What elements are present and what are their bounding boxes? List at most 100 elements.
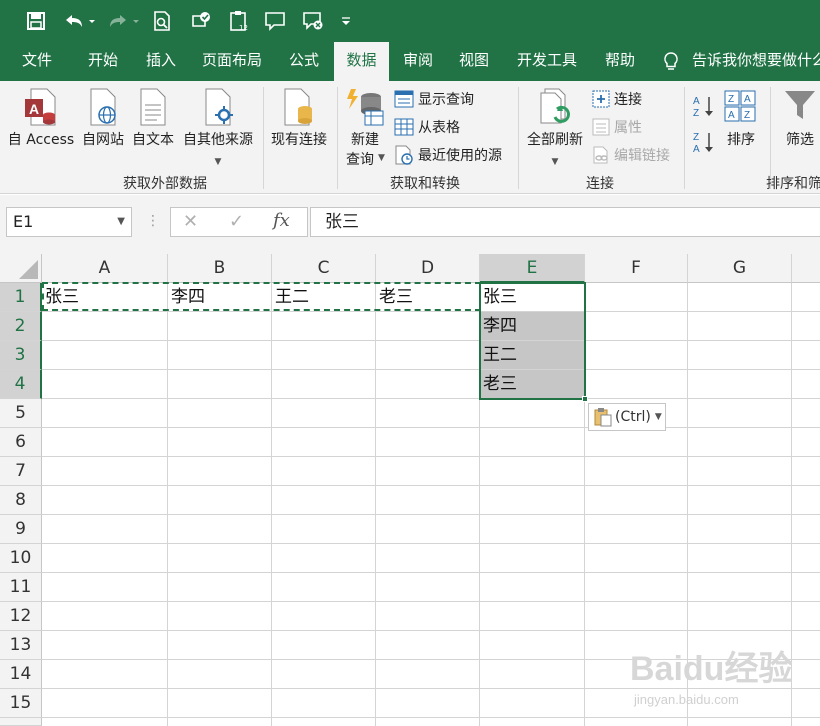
sort-icon: Z AA Z — [724, 90, 756, 122]
row-header-1[interactable]: 1 — [0, 283, 42, 312]
comment-icon[interactable] — [262, 8, 288, 34]
row-header-5[interactable]: 5 — [0, 399, 42, 428]
column-header-b[interactable]: B — [168, 254, 272, 283]
formula-input[interactable]: 张三 — [310, 207, 820, 237]
save-icon[interactable] — [24, 8, 48, 34]
share-icon[interactable] — [188, 8, 214, 34]
tab-insert[interactable]: 插入 — [132, 42, 190, 81]
select-all-button[interactable] — [0, 254, 42, 283]
column-header-g[interactable]: G — [688, 254, 792, 283]
baidu-logo-icon: Baidu经验 jingyan.baidu.com — [630, 649, 792, 707]
gridline — [271, 283, 272, 726]
gridline — [42, 456, 820, 457]
cancel-icon[interactable]: ✕ — [183, 211, 198, 232]
recent-sources-button[interactable]: 最近使用的源 — [394, 144, 502, 166]
column-header-h[interactable] — [792, 254, 820, 283]
filter-button[interactable]: 筛选 — [778, 87, 820, 148]
row-header-14[interactable]: 14 — [0, 660, 42, 689]
svg-text:A: A — [29, 101, 39, 117]
worksheet-grid[interactable]: A B C D E F G 1 2 3 4 5 6 7 8 9 10 11 12… — [0, 254, 820, 726]
from-text-button[interactable]: 自文本 — [130, 87, 176, 148]
tell-me-box[interactable]: 告诉我你想要做什么 — [692, 42, 820, 81]
row-header-13[interactable]: 13 — [0, 631, 42, 660]
gridline — [42, 311, 820, 312]
access-icon: A — [25, 88, 56, 126]
tab-review[interactable]: 审阅 — [390, 42, 446, 81]
column-header-c[interactable]: C — [272, 254, 376, 283]
new-query-button[interactable]: 新建 查询 ▼ — [342, 87, 388, 168]
svg-text:Z: Z — [693, 108, 699, 119]
fill-handle[interactable] — [582, 396, 588, 402]
row-header-7[interactable]: 7 — [0, 457, 42, 486]
column-header-e[interactable]: E — [480, 254, 585, 283]
column-header-f[interactable]: F — [585, 254, 688, 283]
chevron-down-icon[interactable]: ▼ — [117, 208, 125, 236]
from-web-button[interactable]: 自网站 — [80, 87, 126, 148]
tab-page-layout[interactable]: 页面布局 — [192, 42, 272, 81]
row-header-15[interactable]: 15 — [0, 689, 42, 718]
row-header-12[interactable]: 12 — [0, 602, 42, 631]
edit-links-icon — [593, 146, 608, 164]
sort-ascending-icon[interactable]: AZ — [692, 93, 716, 123]
tab-data[interactable]: 数据 — [334, 42, 389, 81]
enter-icon[interactable]: ✓ — [229, 211, 244, 232]
properties-icon — [592, 118, 610, 136]
ribbon-data: A 自 Access 自网站 自文本 自其他来源 ▼ 现有连接 获取外部数据 新… — [0, 81, 820, 194]
clipboard-12-icon[interactable]: 12 — [226, 8, 252, 34]
tab-file[interactable]: 文件 — [8, 42, 66, 81]
connections-button[interactable]: 连接 — [592, 88, 642, 110]
gridline — [42, 514, 820, 515]
more-options-icon[interactable]: ⋮ — [146, 213, 160, 229]
existing-connections-button[interactable]: 现有连接 — [268, 87, 330, 148]
name-box[interactable]: E1 ▼ — [6, 207, 132, 237]
comment-delete-icon[interactable] — [300, 8, 326, 34]
from-other-sources-button[interactable]: 自其他来源 ▼ — [180, 87, 256, 167]
row-header-10[interactable]: 10 — [0, 544, 42, 573]
refresh-all-button[interactable]: 全部刷新 ▼ — [524, 87, 586, 167]
sort-descending-icon[interactable]: ZA — [692, 129, 716, 159]
properties-button[interactable]: 属性 — [592, 116, 642, 138]
row-header-11[interactable]: 11 — [0, 573, 42, 602]
column-header-d[interactable]: D — [376, 254, 480, 283]
row-header-3[interactable]: 3 — [0, 341, 42, 370]
row-header-4[interactable]: 4 — [0, 370, 42, 399]
tab-help[interactable]: 帮助 — [592, 42, 648, 81]
column-header-a[interactable]: A — [42, 254, 168, 283]
redo-icon[interactable] — [104, 8, 142, 34]
tab-home[interactable]: 开始 — [74, 42, 132, 81]
sort-button[interactable]: ZAAZ 排序 — [720, 87, 762, 148]
separator — [518, 87, 519, 189]
svg-text:A: A — [728, 110, 735, 121]
from-access-button[interactable]: A 自 Access — [6, 87, 76, 148]
customize-qat-icon[interactable] — [338, 8, 354, 34]
baidu-watermark: Baidu经验 jingyan.baidu.com — [630, 634, 820, 724]
tab-formulas[interactable]: 公式 — [276, 42, 332, 81]
group-label-get-external: 获取外部数据 — [123, 176, 207, 192]
tab-view[interactable]: 视图 — [446, 42, 502, 81]
show-queries-button[interactable]: 显示查询 — [394, 88, 474, 110]
gridline — [42, 543, 820, 544]
row-header-16[interactable] — [0, 718, 42, 726]
refresh-all-icon — [540, 88, 570, 124]
insert-function-icon[interactable]: fx — [273, 210, 290, 231]
svg-text:Z: Z — [693, 132, 699, 143]
formula-bar: E1 ▼ ⋮ ✕ ✓ fx 张三 — [0, 195, 820, 254]
tab-developer[interactable]: 开发工具 — [506, 42, 588, 81]
from-table-button[interactable]: 从表格 — [394, 116, 460, 138]
row-header-6[interactable]: 6 — [0, 428, 42, 457]
print-preview-icon[interactable] — [150, 8, 174, 34]
separator — [684, 87, 685, 189]
svg-text:12: 12 — [239, 24, 248, 32]
undo-icon[interactable] — [60, 8, 98, 34]
group-label-sort-filter: 排序和筛 — [766, 176, 820, 192]
row-header-8[interactable]: 8 — [0, 486, 42, 515]
edit-links-button[interactable]: 编辑链接 — [592, 144, 670, 166]
paste-options-button[interactable]: (Ctrl) ▼ — [588, 403, 666, 431]
filter-icon — [785, 91, 815, 119]
connections-icon — [592, 90, 610, 108]
quick-access-toolbar: 12 — [0, 0, 820, 42]
row-header-2[interactable]: 2 — [0, 312, 42, 341]
svg-text:Baidu经验: Baidu经验 — [630, 649, 792, 688]
gridline — [42, 369, 820, 370]
row-header-9[interactable]: 9 — [0, 515, 42, 544]
